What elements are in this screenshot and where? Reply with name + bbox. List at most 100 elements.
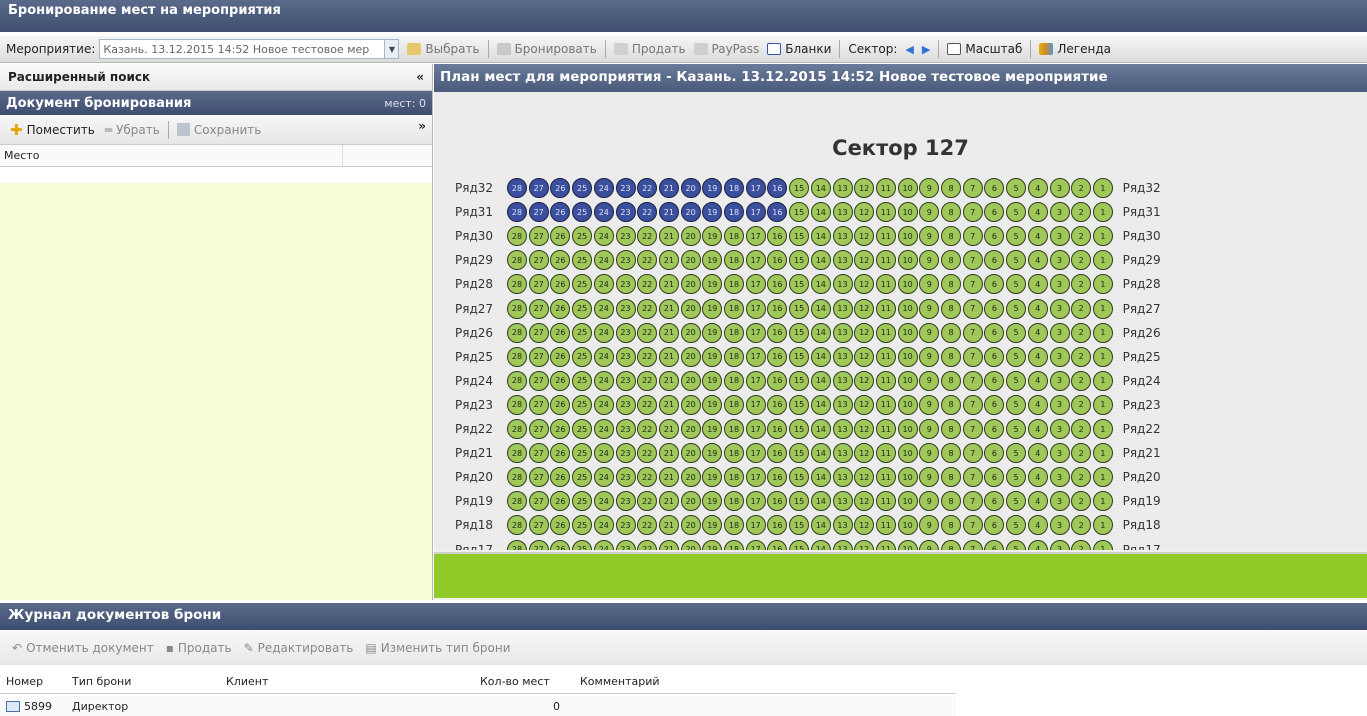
event-select[interactable]: Казань. 13.12.2015 14:52 Новое тестовое … [99,39,400,59]
seat[interactable]: 23 [615,419,636,439]
seat[interactable]: 2 [1071,346,1092,367]
seat[interactable]: 13 [832,443,853,464]
seat[interactable]: 25 [572,322,593,343]
seat[interactable]: 9 [919,539,940,550]
seat[interactable]: 2 [1071,226,1092,247]
seat[interactable]: 22 [637,443,658,464]
seat[interactable]: 25 [572,298,593,319]
seat[interactable]: 4 [1027,298,1048,319]
seat[interactable]: 18 [724,298,744,319]
seat[interactable]: 15 [789,202,810,223]
seat[interactable]: 24 [593,298,614,319]
seat[interactable]: 26 [550,539,571,550]
seat[interactable]: 3 [1049,202,1070,223]
column-seat-count[interactable]: Кол-во мест [474,675,574,688]
seat[interactable]: 17 [745,322,766,343]
seat[interactable]: 22 [637,298,658,319]
seat[interactable]: 1 [1092,539,1113,550]
seat[interactable]: 16 [767,467,788,488]
seat[interactable]: 13 [832,419,853,439]
seat[interactable]: 8 [941,178,961,198]
seat[interactable]: 1 [1092,467,1113,488]
seat[interactable]: 2 [1071,467,1092,488]
seat[interactable]: 17 [745,539,766,550]
seat[interactable]: 20 [680,394,701,415]
seat[interactable]: 16 [767,298,788,319]
advanced-search-header[interactable]: Расширенный поиск « [0,64,432,91]
seat[interactable]: 10 [897,539,918,550]
seat[interactable]: 18 [724,443,744,464]
seat[interactable]: 13 [832,322,853,343]
seat[interactable]: 4 [1027,491,1048,512]
seat[interactable]: 25 [572,539,593,550]
seat[interactable]: 10 [897,250,918,271]
seat[interactable]: 28 [507,443,527,464]
seat[interactable]: 13 [832,202,853,223]
seat[interactable]: 24 [593,370,614,391]
seat[interactable]: 2 [1071,443,1092,464]
save-button[interactable]: Сохранить [176,123,261,137]
seat[interactable]: 24 [593,250,614,271]
seat[interactable]: 7 [962,394,983,415]
seat[interactable]: 5 [1006,491,1027,512]
seat[interactable]: 15 [789,419,810,439]
table-row[interactable]: 5899 Директор 0 [0,696,956,716]
seat[interactable]: 1 [1092,250,1113,271]
seat[interactable]: 24 [593,539,614,550]
seat[interactable]: 28 [507,394,527,415]
seat[interactable]: 16 [767,370,788,391]
seat-selected[interactable]: 16 [767,202,788,223]
seat[interactable]: 8 [941,539,961,550]
seat[interactable]: 26 [550,467,571,488]
column-number[interactable]: Номер [0,675,66,688]
seat[interactable]: 9 [919,491,940,512]
seat[interactable]: 20 [680,467,701,488]
seat[interactable]: 2 [1071,491,1092,512]
journal-sell-button[interactable]: ▪ Продать [166,641,232,655]
seat[interactable]: 6 [984,274,1005,295]
seat[interactable]: 23 [615,394,636,415]
seat[interactable]: 21 [658,394,679,415]
seat[interactable]: 10 [897,467,918,488]
seat[interactable]: 20 [680,322,701,343]
seat-selected[interactable]: 27 [528,202,549,223]
seat[interactable]: 12 [854,274,875,295]
seat[interactable]: 3 [1049,467,1070,488]
seat[interactable]: 6 [984,491,1005,512]
seat[interactable]: 10 [897,274,918,295]
seat[interactable]: 23 [615,491,636,512]
seat[interactable]: 11 [875,394,896,415]
seat-selected[interactable]: 18 [724,178,744,198]
seat[interactable]: 5 [1006,250,1027,271]
seat[interactable]: 7 [962,298,983,319]
seat[interactable]: 19 [702,226,723,247]
seat[interactable]: 21 [658,322,679,343]
next-sector-icon[interactable]: ▶ [922,43,930,56]
seat[interactable]: 22 [637,515,658,536]
seat[interactable]: 4 [1027,250,1048,271]
column-place[interactable]: Место [0,145,343,166]
seat[interactable]: 12 [854,394,875,415]
seat[interactable]: 21 [658,274,679,295]
seat[interactable]: 24 [593,467,614,488]
seat[interactable]: 12 [854,419,875,439]
seat[interactable]: 12 [854,178,875,198]
seat[interactable]: 3 [1049,322,1070,343]
seat[interactable]: 22 [637,539,658,550]
seat[interactable]: 24 [593,491,614,512]
seat[interactable]: 5 [1006,419,1027,439]
seat[interactable]: 22 [637,370,658,391]
seat[interactable]: 1 [1092,491,1113,512]
seat[interactable]: 12 [854,322,875,343]
seat-selected[interactable]: 24 [593,178,614,198]
seat[interactable]: 23 [615,298,636,319]
seat[interactable]: 5 [1006,539,1027,550]
seat[interactable]: 4 [1027,202,1048,223]
seat[interactable]: 20 [680,346,701,367]
cancel-document-button[interactable]: ↶ Отменить документ [12,641,154,655]
column-comment[interactable]: Комментарий [574,675,956,688]
seat[interactable]: 15 [789,394,810,415]
seat[interactable]: 19 [702,394,723,415]
seat[interactable]: 1 [1092,443,1113,464]
seat[interactable]: 14 [810,346,831,367]
